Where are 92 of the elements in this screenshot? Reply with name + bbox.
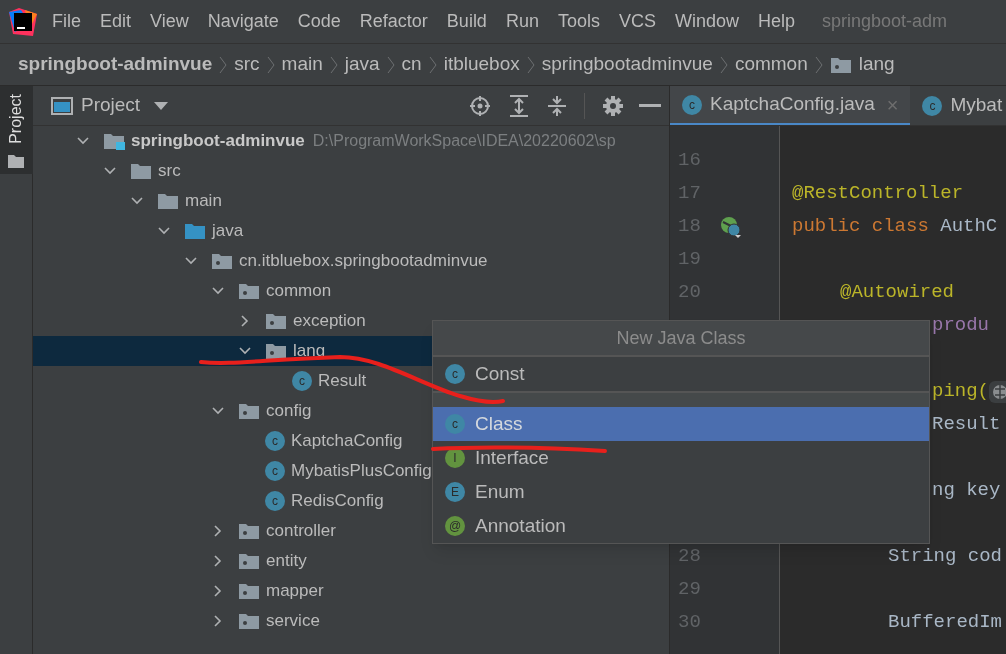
tree-item[interactable]: common (33, 276, 669, 306)
breadcrumb-item[interactable]: common (734, 50, 808, 79)
code-line: public class AuthC (792, 214, 998, 240)
menu-item[interactable]: Navigate (207, 8, 279, 35)
package-folder-icon (238, 552, 260, 570)
breadcrumb-separator-icon (219, 54, 228, 75)
project-tool-tab[interactable]: Project (0, 86, 33, 174)
module-folder-icon (103, 132, 125, 150)
package-folder-icon (829, 55, 852, 74)
module-path: D:\ProgramWorkSpace\IDEA\20220602\sp (312, 131, 616, 151)
editor-tab[interactable]: c Mybat (910, 86, 1006, 125)
folder-icon (8, 153, 24, 168)
code-line: @RestController (792, 181, 964, 207)
breadcrumb-separator-icon (814, 54, 823, 75)
code-line: BufferedIm (888, 610, 1003, 636)
breadcrumb-separator-icon (526, 54, 535, 75)
class-icon: c (265, 431, 285, 451)
tree-item[interactable]: main (33, 186, 669, 216)
breadcrumb-item[interactable]: itbluebox (443, 50, 520, 79)
panel-window-icon (51, 96, 73, 115)
panel-title[interactable]: Project (81, 91, 141, 120)
breadcrumb-separator-icon (266, 54, 275, 75)
code-line: @Autowired (840, 280, 955, 306)
spring-bean-icon[interactable] (720, 215, 742, 238)
menu-item[interactable]: File (52, 8, 81, 35)
class-icon: c (445, 364, 465, 384)
code-line: ping( (932, 379, 989, 405)
breadcrumb-item[interactable]: java (344, 50, 380, 79)
menu-item[interactable]: Help (758, 8, 796, 35)
menu-item[interactable]: Refactor (359, 8, 428, 35)
package-folder-icon (238, 282, 260, 300)
menu-item[interactable]: Code (297, 8, 341, 35)
folder-icon (157, 192, 179, 210)
code-line: Result (932, 412, 1002, 438)
breadcrumb-item[interactable]: springboot-adminvue (18, 50, 213, 79)
breadcrumb-item[interactable]: lang (858, 50, 895, 79)
class-icon: c (922, 95, 943, 116)
app-logo-icon (9, 7, 37, 36)
package-folder-icon (238, 402, 260, 420)
dropdown-caret-icon[interactable] (154, 101, 169, 110)
class-icon: c (445, 414, 465, 434)
code-line: ng key (932, 478, 1001, 504)
breadcrumb-separator-icon (428, 54, 437, 75)
popup-menu-item[interactable]: c Class (433, 407, 929, 441)
expand-all-icon[interactable] (509, 94, 529, 117)
menu-item[interactable]: View (150, 8, 189, 35)
popup-menu-item[interactable]: E Enum (433, 475, 929, 509)
tree-item[interactable]: springboot-adminvue D:\ProgramWorkSpace\IDEA\20220602\sp (33, 126, 669, 156)
menu-item[interactable]: Build (446, 8, 487, 35)
settings-icon[interactable] (602, 94, 624, 117)
enum-icon: E (445, 482, 465, 502)
window-title: springboot-adm (822, 10, 948, 33)
breadcrumb-separator-icon (719, 54, 728, 75)
folder-icon (184, 222, 206, 240)
tree-item[interactable]: entity (33, 546, 669, 576)
class-icon: c (292, 371, 312, 391)
menu-item[interactable]: Run (505, 8, 539, 35)
package-folder-icon (265, 342, 287, 360)
editor-tab[interactable]: c KaptchaConfig.java × (670, 86, 911, 125)
menu-item[interactable]: Edit (100, 8, 132, 35)
menu-item[interactable]: Window (674, 8, 739, 35)
breadcrumb-item[interactable]: springbootadminvue (541, 50, 713, 79)
tree-item[interactable]: cn.itbluebox.springbootadminvue (33, 246, 669, 276)
popup-menu-item[interactable]: I Interface (433, 441, 929, 475)
code-line: String cod (888, 544, 1003, 570)
annotation-icon: @ (445, 516, 465, 536)
class-icon: c (265, 491, 285, 511)
package-folder-icon (265, 312, 287, 330)
interface-icon: I (445, 448, 465, 468)
locate-icon[interactable] (469, 94, 491, 117)
collapse-all-icon[interactable] (547, 94, 567, 117)
breadcrumb-item[interactable]: cn (401, 50, 422, 79)
class-icon: c (265, 461, 285, 481)
breadcrumb-item[interactable]: src (234, 50, 260, 79)
tree-item[interactable]: service (33, 606, 669, 636)
tree-item[interactable]: java (33, 216, 669, 246)
folder-icon (130, 162, 152, 180)
package-folder-icon (238, 522, 260, 540)
package-folder-icon (211, 252, 233, 270)
breadcrumb-item[interactable]: main (281, 50, 323, 79)
breadcrumb-separator-icon (386, 54, 395, 75)
class-icon: c (682, 94, 702, 115)
breadcrumb-separator-icon (329, 54, 338, 75)
package-folder-icon (238, 612, 260, 630)
code-line: produ (932, 313, 989, 339)
popup-menu-item[interactable]: @ Annotation (433, 509, 929, 543)
package-folder-icon (238, 582, 260, 600)
minimize-icon[interactable] (639, 103, 661, 108)
tree-item[interactable]: mapper (33, 576, 669, 606)
menu-item[interactable]: VCS (618, 8, 656, 35)
tree-item[interactable]: src (33, 156, 669, 186)
menu-item[interactable]: Tools (557, 8, 600, 35)
